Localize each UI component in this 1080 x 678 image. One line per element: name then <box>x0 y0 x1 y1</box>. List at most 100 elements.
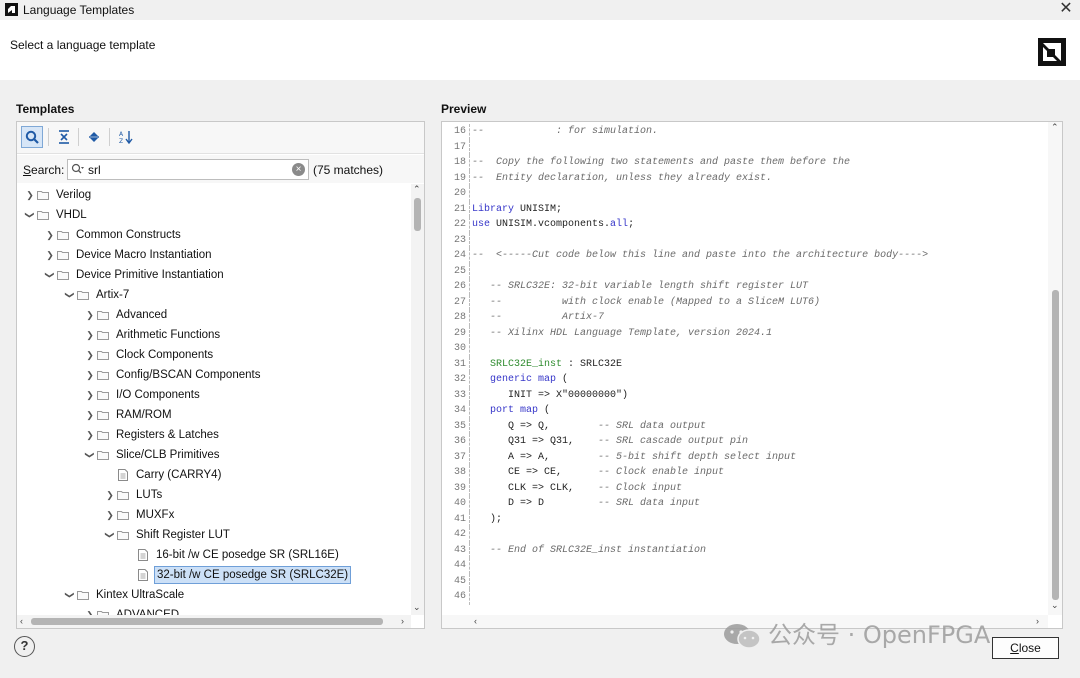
tree-folder-item[interactable]: ❯ Kintex UltraScale <box>63 585 186 605</box>
fold-gutter <box>469 139 470 155</box>
preview-scroll-right-icon[interactable]: › <box>1036 616 1039 626</box>
chevron-right-icon[interactable]: ❯ <box>43 225 57 245</box>
tree-folder-item[interactable]: ❯ ADVANCED <box>83 605 181 615</box>
code-comment: -- SRL cascade output pin <box>598 436 749 447</box>
close-button[interactable]: Close <box>992 637 1059 659</box>
chevron-right-icon[interactable]: ❯ <box>83 405 97 425</box>
tree-horizontal-scrollbar[interactable]: ‹ › <box>17 615 411 628</box>
tree-item-label: Advanced <box>116 309 168 321</box>
code-text: -- SRLC32E: 32-bit variable length shift… <box>472 279 808 295</box>
code-token: CE => CE, <box>472 467 599 478</box>
tree-folder-item[interactable]: ❯ LUTs <box>103 485 164 505</box>
tree-folder-item[interactable]: ❯ Shift Register LUT <box>103 525 232 545</box>
tree-scroll-thumb[interactable] <box>414 198 421 231</box>
fold-gutter <box>469 542 470 558</box>
chevron-right-icon[interactable]: ❯ <box>23 185 37 205</box>
chevron-down-icon[interactable]: ❯ <box>20 208 40 222</box>
tree-template-item[interactable]: 16-bit /w CE posedge SR (SRL16E) <box>123 545 341 565</box>
tree-folder-item[interactable]: ❯ Advanced <box>83 305 169 325</box>
tree-folder-item[interactable]: ❯ Common Constructs <box>43 225 183 245</box>
search-filter-icon <box>71 163 84 174</box>
preview-vertical-scrollbar[interactable]: ⌃ ⌄ <box>1048 122 1062 615</box>
scroll-left-icon[interactable]: ‹ <box>20 616 23 626</box>
tree-folder-item[interactable]: ❯ Verilog <box>23 185 93 205</box>
line-number: 39 <box>453 482 466 494</box>
preview-scroll-down-icon[interactable]: ⌄ <box>1051 600 1059 611</box>
chevron-right-icon[interactable]: ❯ <box>43 245 57 265</box>
search-label: Search: <box>23 163 65 177</box>
tree-template-item[interactable]: Carry (CARRY4) <box>103 465 223 485</box>
chevron-right-icon[interactable]: ❯ <box>83 345 97 365</box>
template-tree[interactable]: ❯ Verilog ❯ VHDL ❯ Common Constructs ❯ Device M… <box>17 184 411 615</box>
folder-icon <box>97 325 109 345</box>
code-text: -- with clock enable (Mapped to a SliceM… <box>472 295 820 311</box>
line-number: 17 <box>453 141 466 153</box>
code-token: UNISIM.vcomponents. <box>490 219 611 230</box>
chevron-down-icon[interactable]: ❯ <box>60 588 80 602</box>
chevron-down-icon[interactable]: ❯ <box>40 268 60 282</box>
help-button[interactable]: ? <box>14 636 35 657</box>
tree-item-label: Arithmetic Functions <box>116 329 221 341</box>
folder-icon <box>97 605 109 615</box>
code-token: Q31 => Q31, <box>472 436 599 447</box>
scroll-right-icon[interactable]: › <box>401 616 404 626</box>
code-token: ( <box>556 374 569 385</box>
tree-folder-item[interactable]: ❯ Device Macro Instantiation <box>43 245 214 265</box>
tree-folder-item[interactable]: ❯ RAM/ROM <box>83 405 174 425</box>
preview-scroll-up-icon[interactable]: ⌃ <box>1051 122 1059 133</box>
chevron-right-icon[interactable]: ❯ <box>103 485 117 505</box>
chevron-down-icon[interactable]: ❯ <box>80 448 100 462</box>
preview-scroll-thumb[interactable] <box>1052 290 1059 600</box>
chevron-right-icon[interactable]: ❯ <box>103 505 117 525</box>
fold-gutter <box>469 403 470 419</box>
search-input[interactable] <box>88 162 283 177</box>
collapse-all-button[interactable] <box>53 126 75 148</box>
sort-button[interactable]: AZ <box>115 126 137 148</box>
tree-template-item[interactable]: 32-bit /w CE posedge SR (SRLC32E) <box>123 565 352 585</box>
chevron-right-icon[interactable]: ❯ <box>83 425 97 445</box>
window-close-icon[interactable]: ✕ <box>1058 0 1074 18</box>
chevron-right-icon[interactable]: ❯ <box>83 605 97 615</box>
tree-folder-item[interactable]: ❯ I/O Components <box>83 385 202 405</box>
fold-gutter <box>469 217 470 233</box>
line-number: 28 <box>453 312 466 323</box>
scroll-up-icon[interactable]: ⌃ <box>413 184 421 195</box>
tree-folder-item[interactable]: ❯ Config/BSCAN Components <box>83 365 262 385</box>
code-token: UNISIM; <box>514 203 563 215</box>
tree-item-label: RAM/ROM <box>116 409 172 421</box>
search-field[interactable]: × <box>67 159 309 180</box>
code-text: SRLC32E_inst : SRLC32E <box>472 357 622 373</box>
search-toggle-button[interactable] <box>21 126 43 148</box>
expand-all-icon <box>89 132 99 142</box>
chevron-right-icon[interactable]: ❯ <box>83 305 97 325</box>
tree-folder-item[interactable]: ❯ VHDL <box>23 205 89 225</box>
chevron-right-icon[interactable]: ❯ <box>83 385 97 405</box>
tree-folder-item[interactable]: ❯ Clock Components <box>83 345 215 365</box>
tree-item-label: 32-bit /w CE posedge SR (SRLC32E) <box>154 566 352 584</box>
code-token: D => D <box>472 498 599 509</box>
chevron-down-icon[interactable]: ❯ <box>100 528 120 542</box>
tree-folder-item[interactable]: ❯ Arithmetic Functions <box>83 325 222 345</box>
tree-vertical-scrollbar[interactable]: ⌃ ⌄ <box>411 184 424 615</box>
chevron-right-icon[interactable]: ❯ <box>83 325 97 345</box>
tree-folder-item[interactable]: ❯ Registers & Latches <box>83 425 221 445</box>
code-token: ); <box>472 513 503 525</box>
tree-hscroll-thumb[interactable] <box>31 618 383 625</box>
code-text: -- : for simulation. <box>472 124 658 140</box>
chevron-down-icon[interactable]: ❯ <box>60 288 80 302</box>
code-text: Library UNISIM; <box>472 202 562 218</box>
preview-scroll-left-icon[interactable]: ‹ <box>474 616 477 626</box>
scroll-down-icon[interactable]: ⌄ <box>413 602 421 613</box>
tree-folder-item[interactable]: ❯ Device Primitive Instantiation <box>43 265 226 285</box>
preview-heading: Preview <box>441 102 487 116</box>
expand-all-button[interactable] <box>83 126 105 148</box>
chevron-right-icon[interactable]: ❯ <box>83 365 97 385</box>
tree-folder-item[interactable]: ❯ Artix-7 <box>63 285 131 305</box>
tree-folder-item[interactable]: ❯ Slice/CLB Primitives <box>83 445 222 465</box>
code-preview[interactable]: 16 -- : for simulation. 17 18 -- Copy the fo… <box>442 122 1048 615</box>
clear-search-icon[interactable]: × <box>292 163 305 176</box>
line-number: 19 <box>453 172 466 184</box>
code-keyword: generic map <box>490 374 557 385</box>
tree-folder-item[interactable]: ❯ MUXFx <box>103 505 176 525</box>
